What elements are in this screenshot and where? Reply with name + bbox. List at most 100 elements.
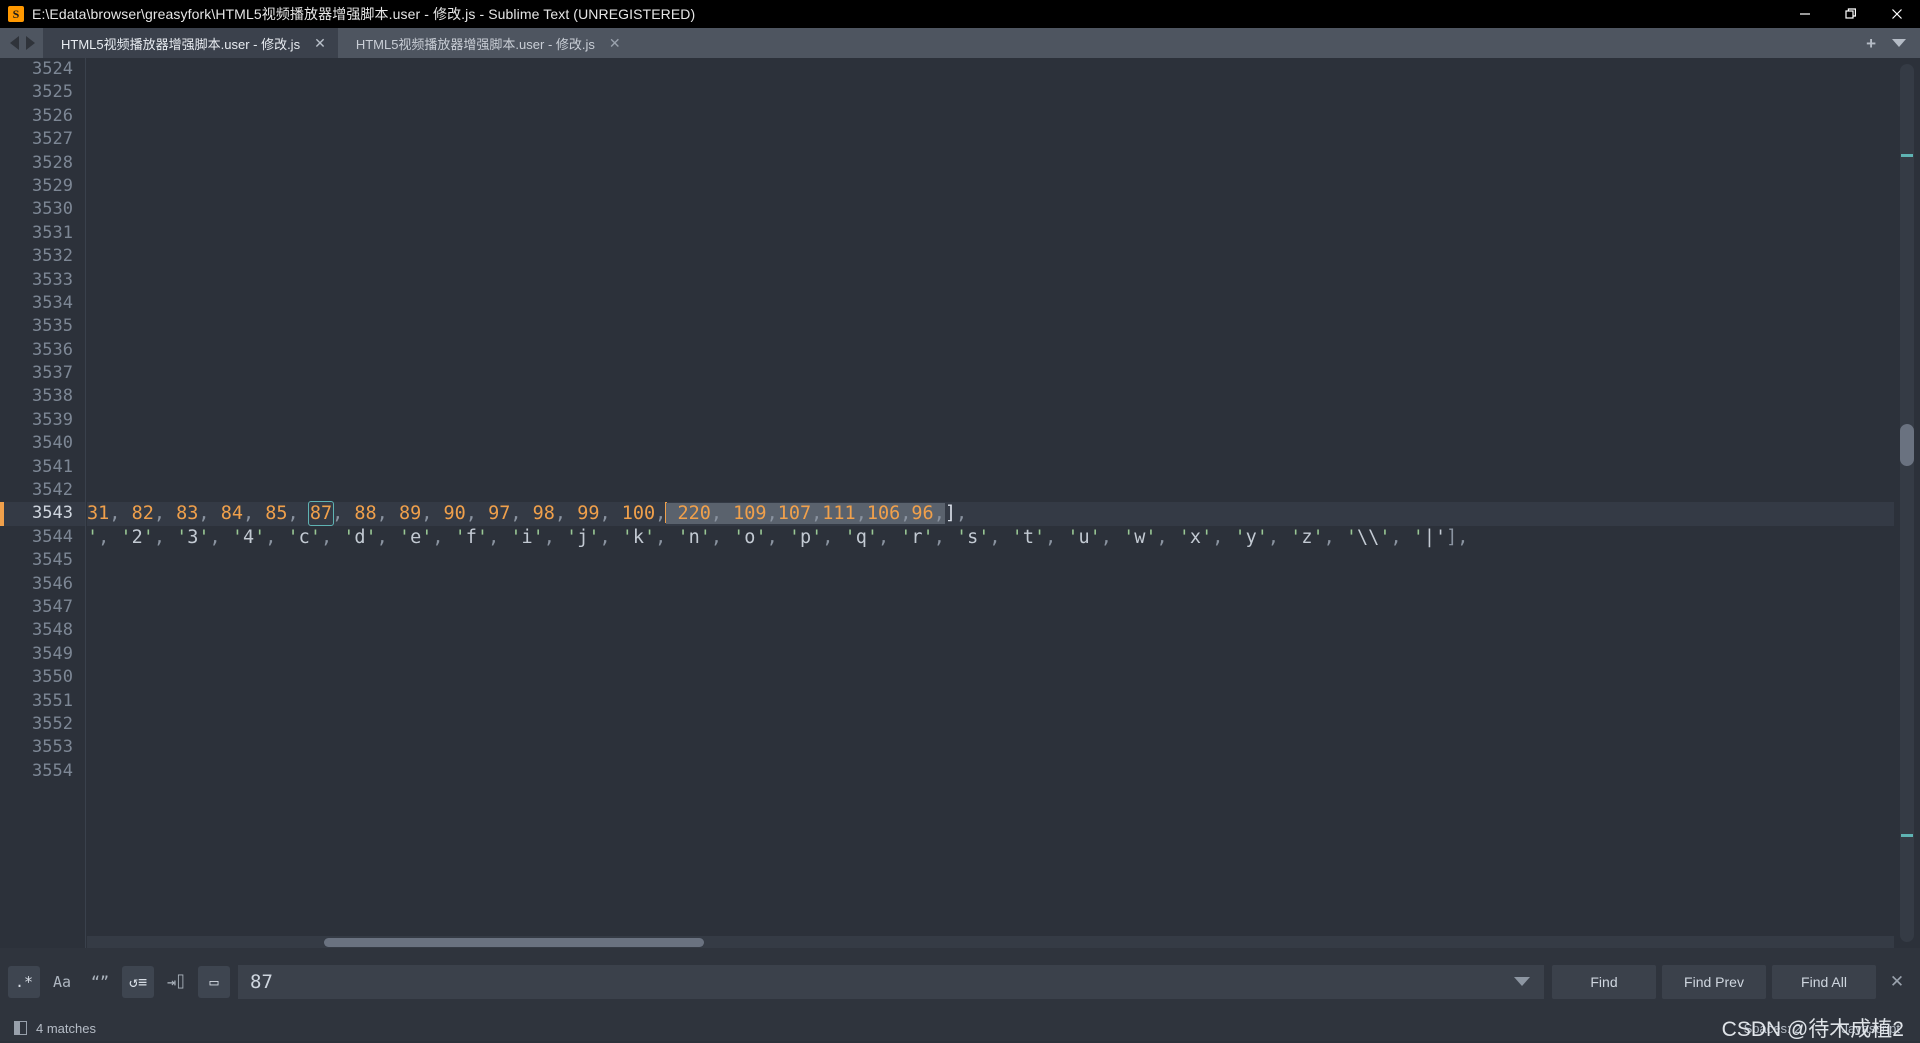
indentation-label[interactable]: Spaces: 2 bbox=[1744, 1021, 1802, 1036]
find-input[interactable]: 87 bbox=[238, 965, 1544, 999]
find-button[interactable]: Find bbox=[1552, 965, 1656, 999]
scrollbar-match-marker bbox=[1901, 154, 1913, 157]
regex-toggle[interactable]: .* bbox=[8, 966, 40, 998]
code-line[interactable]: ', '2', '3', '4', 'c', 'd', 'e', 'f', 'i… bbox=[87, 526, 1894, 549]
line-number: 3551 bbox=[0, 690, 85, 713]
code-line[interactable] bbox=[87, 128, 1894, 151]
code-line[interactable] bbox=[87, 269, 1894, 292]
code-line[interactable] bbox=[87, 666, 1894, 689]
code-line[interactable] bbox=[87, 315, 1894, 338]
sidebar-toggle-icon[interactable] bbox=[14, 1021, 27, 1035]
code-line[interactable] bbox=[87, 432, 1894, 455]
line-number: 3548 bbox=[0, 619, 85, 642]
code-line[interactable] bbox=[87, 292, 1894, 315]
line-number: 3535 bbox=[0, 315, 85, 338]
find-match-highlight: 87 bbox=[308, 501, 334, 526]
whole-word-toggle[interactable]: “” bbox=[84, 966, 116, 998]
code-line[interactable] bbox=[87, 409, 1894, 432]
line-number: 3544 bbox=[0, 526, 85, 549]
in-selection-toggle[interactable]: ⇥⌷ bbox=[160, 966, 192, 998]
code-line[interactable] bbox=[87, 549, 1894, 572]
find-option-toggles: .*Aa“”↺≡⇥⌷▭ bbox=[8, 966, 230, 998]
code-line[interactable] bbox=[87, 175, 1894, 198]
code-line[interactable] bbox=[87, 385, 1894, 408]
scrollbar-match-marker bbox=[1901, 834, 1913, 837]
find-all-button[interactable]: Find All bbox=[1772, 965, 1876, 999]
line-number: 3545 bbox=[0, 549, 85, 572]
code-line[interactable] bbox=[87, 760, 1894, 783]
line-number: 3553 bbox=[0, 736, 85, 759]
horizontal-scrollbar[interactable] bbox=[87, 936, 1894, 948]
line-number: 3524 bbox=[0, 58, 85, 81]
code-line[interactable] bbox=[87, 690, 1894, 713]
line-number: 3541 bbox=[0, 456, 85, 479]
code-line[interactable]: 31, 82, 83, 84, 85, 87, 88, 89, 90, 97, … bbox=[87, 502, 1894, 525]
code-line[interactable] bbox=[87, 58, 1894, 81]
status-bar-right: Spaces: 2 Javascript bbox=[1744, 1021, 1906, 1036]
wrap-toggle[interactable]: ↺≡ bbox=[122, 966, 154, 998]
vertical-scrollbar[interactable] bbox=[1900, 64, 1914, 942]
tab-label: HTML5视频播放器增强脚本.user - 修改.js bbox=[61, 34, 300, 53]
chevron-down-icon[interactable] bbox=[1892, 39, 1906, 47]
highlight-toggle[interactable]: ▭ bbox=[198, 966, 230, 998]
code-line[interactable] bbox=[87, 339, 1894, 362]
find-panel: .*Aa“”↺≡⇥⌷▭ 87 Find Find Prev Find All ✕ bbox=[0, 948, 1920, 1015]
line-number: 3550 bbox=[0, 666, 85, 689]
code-line[interactable] bbox=[87, 105, 1894, 128]
tab-bar: HTML5视频播放器增强脚本.user - 修改.js ✕ HTML5视频播放器… bbox=[0, 28, 1920, 58]
vertical-scrollbar-thumb[interactable] bbox=[1900, 424, 1914, 466]
code-line[interactable] bbox=[87, 362, 1894, 385]
editor[interactable]: 3524352535263527352835293530353135323533… bbox=[0, 58, 1920, 948]
line-number: 3532 bbox=[0, 245, 85, 268]
code-line[interactable] bbox=[87, 456, 1894, 479]
restore-button[interactable] bbox=[1828, 0, 1874, 28]
code-line[interactable] bbox=[87, 479, 1894, 502]
text-selection: 220, 109,107,111,106,96, bbox=[666, 503, 945, 524]
code-line[interactable] bbox=[87, 736, 1894, 759]
code-line[interactable] bbox=[87, 643, 1894, 666]
case-sensitive-toggle[interactable]: Aa bbox=[46, 966, 78, 998]
tab-close-icon[interactable]: ✕ bbox=[609, 36, 621, 50]
line-number: 3542 bbox=[0, 479, 85, 502]
code-line[interactable] bbox=[87, 619, 1894, 642]
chevron-down-icon bbox=[1514, 977, 1530, 986]
code-line[interactable] bbox=[87, 81, 1894, 104]
prev-tab-arrow-icon[interactable] bbox=[10, 36, 19, 50]
line-number: 3554 bbox=[0, 760, 85, 783]
line-number: 3546 bbox=[0, 573, 85, 596]
horizontal-scrollbar-thumb[interactable] bbox=[324, 938, 704, 947]
status-bar: 4 matches Spaces: 2 Javascript CSDN @待木成… bbox=[0, 1015, 1920, 1041]
find-prev-button[interactable]: Find Prev bbox=[1662, 965, 1766, 999]
minimize-button[interactable] bbox=[1782, 0, 1828, 28]
line-number: 3539 bbox=[0, 409, 85, 432]
line-number: 3533 bbox=[0, 269, 85, 292]
find-input-value: 87 bbox=[250, 971, 273, 993]
tab-file-2[interactable]: HTML5视频播放器增强脚本.user - 修改.js ✕ bbox=[338, 28, 633, 58]
new-tab-icon[interactable]: + bbox=[1866, 35, 1876, 52]
line-number: 3527 bbox=[0, 128, 85, 151]
find-history-dropdown[interactable] bbox=[1500, 965, 1544, 999]
code-line[interactable] bbox=[87, 245, 1894, 268]
title-bar: S E:\Edata\browser\greasyfork\HTML5视频播放器… bbox=[0, 0, 1920, 28]
code-line[interactable] bbox=[87, 198, 1894, 221]
code-line[interactable] bbox=[87, 222, 1894, 245]
next-tab-arrow-icon[interactable] bbox=[26, 36, 35, 50]
window-controls bbox=[1782, 0, 1920, 28]
line-number: 3549 bbox=[0, 643, 85, 666]
close-find-panel-icon[interactable]: ✕ bbox=[1882, 972, 1912, 992]
tab-file-1[interactable]: HTML5视频播放器增强脚本.user - 修改.js ✕ bbox=[43, 28, 338, 58]
code-line[interactable] bbox=[87, 573, 1894, 596]
code-line[interactable] bbox=[87, 596, 1894, 619]
line-number: 3530 bbox=[0, 198, 85, 221]
line-number: 3525 bbox=[0, 81, 85, 104]
line-number-gutter: 3524352535263527352835293530353135323533… bbox=[0, 58, 86, 948]
tab-close-icon[interactable]: ✕ bbox=[314, 36, 326, 50]
code-line[interactable] bbox=[87, 152, 1894, 175]
close-button[interactable] bbox=[1874, 0, 1920, 28]
code-line[interactable] bbox=[87, 713, 1894, 736]
line-number: 3528 bbox=[0, 152, 85, 175]
line-number: 3529 bbox=[0, 175, 85, 198]
code-viewport[interactable]: 31, 82, 83, 84, 85, 87, 88, 89, 90, 97, … bbox=[87, 58, 1894, 948]
syntax-label[interactable]: Javascript bbox=[1841, 1021, 1900, 1036]
line-number: 3543 bbox=[0, 502, 85, 525]
